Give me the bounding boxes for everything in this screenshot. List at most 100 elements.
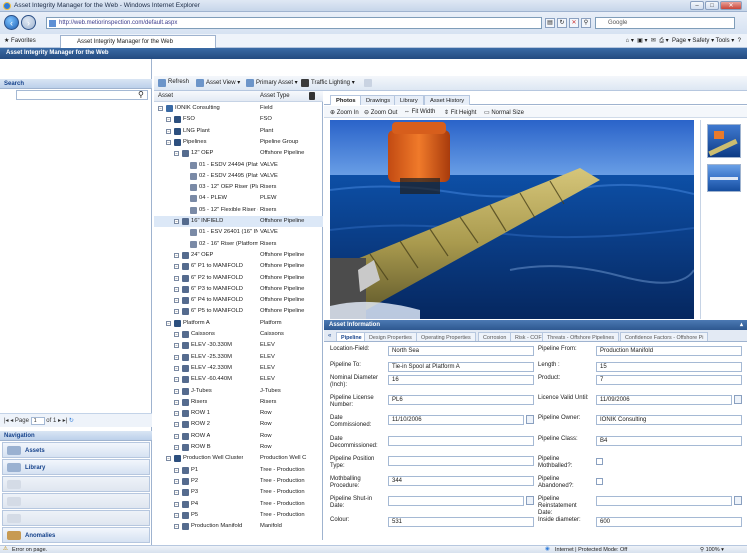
asset-photo[interactable] <box>330 120 694 319</box>
field-input[interactable]: Tie-in Spool at Platform A <box>388 362 534 372</box>
field-input[interactable]: 15 <box>596 362 742 372</box>
fit-height-button[interactable]: ⇕ Fit Height <box>444 109 476 116</box>
field-checkbox[interactable] <box>596 458 603 465</box>
expand-toggle-icon[interactable]: − <box>174 478 179 484</box>
tree-col-type[interactable]: Asset Type <box>260 93 290 99</box>
field-checkbox[interactable] <box>596 478 603 485</box>
page-input[interactable]: 1 <box>30 417 45 425</box>
expand-toggle-icon[interactable] <box>182 162 187 168</box>
tree-row[interactable]: 02 - ESDV 24495 (Platf VALVE <box>154 171 323 182</box>
tree-row[interactable]: − ROW 2 Row <box>154 419 323 430</box>
calendar-icon[interactable] <box>526 415 534 424</box>
expand-toggle-icon[interactable]: − <box>174 501 179 507</box>
expand-toggle-icon[interactable]: − <box>174 422 179 428</box>
expand-toggle-icon[interactable]: − <box>174 365 179 371</box>
nav-assets[interactable]: Assets <box>2 442 150 458</box>
field-input[interactable]: 531 <box>388 517 534 527</box>
browser-search-input[interactable]: Google <box>595 17 735 29</box>
tab-threats[interactable]: Threats - Offshore Pipelines <box>542 332 620 341</box>
expand-toggle-icon[interactable]: − <box>166 128 171 134</box>
thumbnail-2[interactable] <box>707 164 741 192</box>
tree-row[interactable]: − Pipelines Pipeline Group <box>154 137 323 148</box>
tree-row[interactable]: − ROW A Row <box>154 431 323 442</box>
tree-row[interactable]: − ROW B Row <box>154 442 323 453</box>
tab-drawings[interactable]: Drawings <box>360 95 397 105</box>
asset-view-button[interactable]: Asset View ▾ <box>196 79 240 87</box>
field-input[interactable]: Production Manifold <box>596 346 742 356</box>
search-icon[interactable]: ⚲ <box>138 90 144 99</box>
expand-toggle-icon[interactable]: − <box>174 309 179 315</box>
tree-row[interactable]: − FSO FSO <box>154 114 323 125</box>
field-input[interactable]: 16 <box>388 375 534 385</box>
expand-toggle-icon[interactable]: − <box>174 512 179 518</box>
thumbnail-1[interactable] <box>707 124 741 158</box>
normal-size-button[interactable]: ▭ Normal Size <box>484 109 524 116</box>
field-input[interactable]: PL6 <box>388 395 534 405</box>
expand-toggle-icon[interactable]: − <box>174 445 179 450</box>
expand-toggle-icon[interactable]: − <box>174 286 179 292</box>
back-button[interactable]: ‹ <box>4 15 19 30</box>
traffic-lighting-button[interactable]: Traffic Lighting ▾ <box>301 79 355 87</box>
calendar-icon[interactable] <box>526 496 534 505</box>
tree-row[interactable]: − ROW 1 Row <box>154 408 323 419</box>
expand-toggle-icon[interactable]: − <box>174 252 179 258</box>
forward-button[interactable]: › <box>21 15 36 30</box>
tab-operating-properties[interactable]: Operating Properties <box>416 332 476 341</box>
collapse-icon[interactable]: ▴ <box>740 321 743 328</box>
browser-tab[interactable]: Asset Integrity Manager for the Web <box>60 35 216 48</box>
expand-toggle-icon[interactable] <box>182 185 187 191</box>
tree-row[interactable]: − P3 Tree - Production <box>154 487 323 498</box>
maximize-button[interactable]: □ <box>705 1 719 10</box>
expand-toggle-icon[interactable] <box>182 196 187 202</box>
zoom-control[interactable]: ⚲ 100% ▾ <box>700 547 724 553</box>
field-input[interactable]: 11/10/2006 <box>388 415 524 425</box>
expand-toggle-icon[interactable] <box>182 207 187 213</box>
tree-row[interactable]: 03 - 12" OEP Riser (Plat Risers <box>154 182 323 193</box>
expand-toggle-icon[interactable]: − <box>174 264 179 270</box>
tree-row[interactable]: − J-Tubes J-Tubes <box>154 386 323 397</box>
expand-toggle-icon[interactable]: − <box>158 106 163 111</box>
refresh-button[interactable]: Refresh <box>158 79 189 87</box>
tree-row[interactable]: − Platform A Platform <box>154 318 323 329</box>
nav-item-5[interactable] <box>2 510 150 526</box>
refresh-icon[interactable]: ↻ <box>557 18 567 28</box>
tree-row[interactable]: − ELEV -42.330M ELEV <box>154 363 323 374</box>
compat-icon[interactable]: ▤ <box>545 18 555 28</box>
expand-toggle-icon[interactable]: − <box>174 467 179 473</box>
address-input[interactable]: http://web.metiorinspection.com/default.… <box>46 17 542 29</box>
tree-row[interactable]: 01 - ESV 26401 (16" IN VALVE <box>154 227 323 238</box>
expand-toggle-icon[interactable]: − <box>174 354 179 360</box>
refresh-list-icon[interactable]: ↻ <box>69 418 74 424</box>
nav-library[interactable]: Library <box>2 459 150 475</box>
tree-row[interactable]: − P5 Tree - Production <box>154 510 323 521</box>
tab-pipeline[interactable]: Pipeline <box>336 332 367 341</box>
primary-asset-button[interactable]: Primary Asset ▾ <box>246 79 298 87</box>
expand-toggle-icon[interactable] <box>182 173 187 179</box>
asset-search-input[interactable] <box>16 90 148 100</box>
tabs-scroll-left-icon[interactable]: « <box>328 333 331 339</box>
expand-toggle-icon[interactable]: − <box>174 275 179 281</box>
tree-row[interactable]: − Production Manifold Manifold <box>154 521 323 532</box>
favorites-button[interactable]: ★ Favorites <box>4 37 36 44</box>
field-input[interactable]: 600 <box>596 517 742 527</box>
expand-toggle-icon[interactable]: − <box>174 298 179 304</box>
nav-item-4[interactable] <box>2 493 150 509</box>
first-page-icon[interactable]: |◂ ◂ <box>4 418 13 424</box>
warning-icon[interactable]: ⚠ <box>3 546 8 552</box>
zoom-out-button[interactable]: ⊖ Zoom Out <box>364 109 397 116</box>
command-bar[interactable]: ⌂ ▾ ▣ ▾ ✉ ⎙ ▾ Page ▾ Safety ▾ Tools ▾ ? <box>626 37 741 45</box>
tree-row[interactable]: − ELEV -30.330M ELEV <box>154 340 323 351</box>
tab-confidence-factors[interactable]: Confidence Factors - Offshore Pi <box>620 332 709 341</box>
nav-anomalies[interactable]: Anomalies <box>2 527 150 543</box>
fit-width-button[interactable]: ⇔ Fit Width <box>404 109 435 115</box>
tree-row[interactable]: 05 - 12" Flexible Riser (Risers <box>154 205 323 216</box>
minimize-button[interactable]: – <box>690 1 704 10</box>
field-input[interactable] <box>596 496 732 506</box>
expand-toggle-icon[interactable]: − <box>174 388 179 394</box>
tree-row[interactable]: − P2 Tree - Production <box>154 476 323 487</box>
field-input[interactable] <box>388 456 534 466</box>
tab-design-properties[interactable]: Design Properties <box>364 332 417 341</box>
expand-toggle-icon[interactable] <box>182 230 187 236</box>
tree-row[interactable]: 04 - PLEW PLEW <box>154 193 323 204</box>
tree-col-asset[interactable]: Asset <box>158 93 173 99</box>
